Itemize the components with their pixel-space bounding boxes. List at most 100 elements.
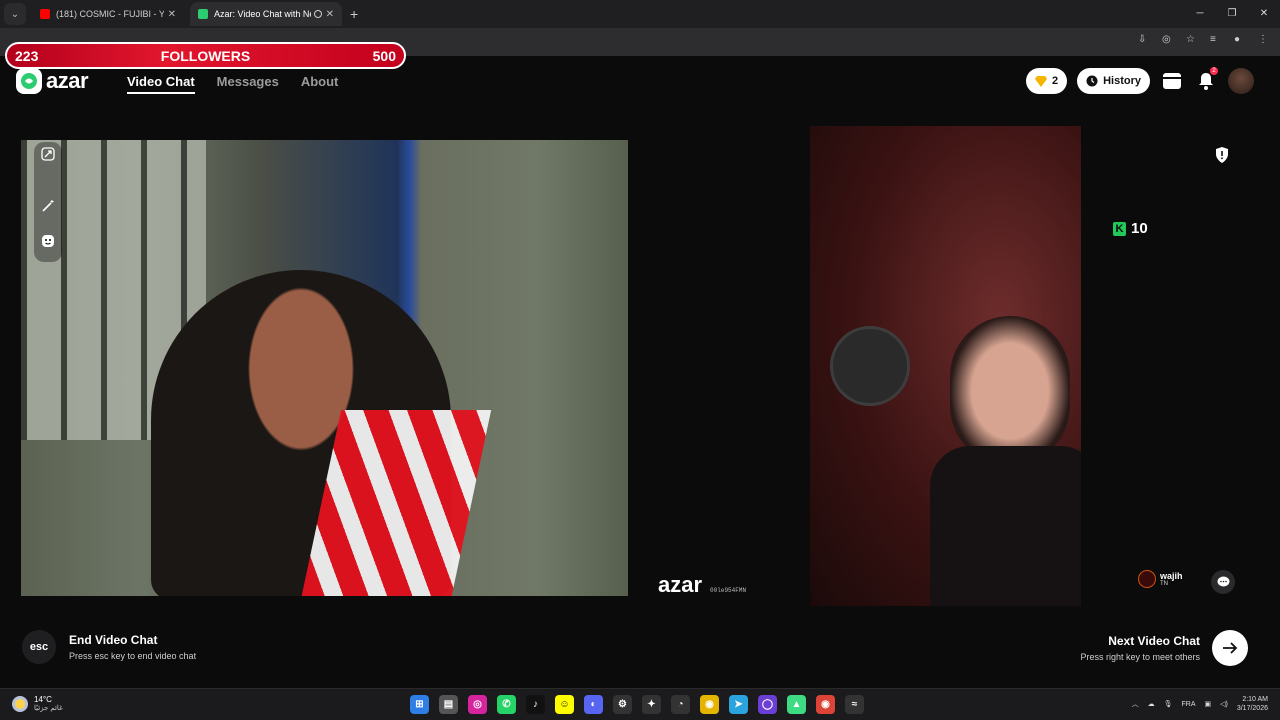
chrome-icon[interactable]: ◉ (700, 695, 719, 714)
windows-taskbar: 14°C غائم جزئيًا ⊞ ▤ ◎ ✆ ♪ ☺ ◐ ⚙ ✦ ◔ ◉ ➤… (0, 688, 1280, 720)
tab-youtube[interactable]: (181) COSMIC - FUJIBI - YouTube ✕ (32, 2, 184, 26)
start-icon[interactable]: ⊞ (410, 695, 429, 714)
language-indicator[interactable]: FRA (1182, 701, 1196, 708)
history-button[interactable]: History (1077, 68, 1150, 94)
recording-icon (313, 10, 322, 18)
gems-button[interactable]: 2 (1025, 68, 1068, 94)
nav-messages[interactable]: Messages (217, 74, 279, 94)
end-chat-title: End Video Chat (69, 633, 158, 647)
clock-icon (1086, 75, 1098, 87)
new-tab-button[interactable]: + (350, 6, 358, 22)
telegram-icon[interactable]: ➤ (729, 695, 748, 714)
discord-icon[interactable]: ◐ (584, 695, 603, 714)
followers-label: FOLLOWERS (160, 47, 251, 64)
address-bar-actions: ⇩ ◎ ☆ ≡ ● ⋮ (1138, 34, 1270, 46)
notification-badge: 2 (1210, 67, 1218, 75)
next-chat-title: Next Video Chat (1108, 634, 1200, 648)
tab-title: (181) COSMIC - FUJIBI - YouTube (56, 9, 164, 19)
azar-watermark: azar 00le954FMN (658, 572, 746, 598)
partner-face (950, 316, 1070, 466)
esc-button[interactable]: esc (22, 630, 56, 664)
followers-current: 223 (15, 47, 39, 64)
terminal-icon[interactable]: ≈ (845, 695, 864, 714)
azar-logo[interactable]: azar (16, 68, 89, 94)
end-video-chat-control: esc End Video Chat Press esc key to end … (22, 630, 196, 664)
eye-off-icon[interactable]: ◎ (1162, 34, 1174, 46)
whatsapp-icon[interactable]: ✆ (497, 695, 516, 714)
window-controls: ─ ❐ ✕ (1184, 0, 1280, 28)
chat-bubble-button[interactable] (1211, 570, 1235, 594)
tiktok-icon[interactable]: ♪ (526, 695, 545, 714)
tray-chevron-icon[interactable]: ︿ (1132, 699, 1139, 709)
nav-video-chat[interactable]: Video Chat (127, 74, 195, 94)
weather-condition: غائم جزئيًا (34, 705, 63, 712)
cloud-icon[interactable]: ☁ (1148, 700, 1155, 708)
partner-avatar (1138, 570, 1156, 588)
instagram-icon[interactable]: ◎ (468, 695, 487, 714)
profile-icon[interactable]: ● (1234, 34, 1246, 46)
speedometer-icon[interactable]: ◔ (671, 695, 690, 714)
clock-date: 3/17/2026 (1236, 705, 1268, 712)
magic-wand-icon[interactable] (40, 198, 56, 214)
watermark-code: 00le954FMN (710, 587, 747, 594)
report-shield-icon[interactable] (1214, 146, 1230, 164)
chat-icon (1217, 576, 1229, 587)
gem-icon (1034, 75, 1047, 87)
network-icon[interactable]: ▣ (1205, 700, 1212, 708)
tab-search-button[interactable]: ⌄ (4, 3, 26, 25)
steam-icon[interactable]: ⚙ (613, 695, 632, 714)
browser-tabbar: ⌄ (181) COSMIC - FUJIBI - YouTube ✕ Azar… (0, 0, 1280, 28)
partner-body (930, 446, 1081, 606)
notifications-button[interactable]: 2 (1194, 67, 1218, 93)
more-menu-icon[interactable]: ⋮ (1258, 34, 1270, 46)
volume-icon[interactable]: ◁) (1220, 700, 1228, 708)
star-icon[interactable]: ☆ (1186, 34, 1198, 46)
clock[interactable]: 2:10 AM 3/17/2026 (1237, 695, 1268, 713)
mic-icon[interactable]: 🎙 (1164, 700, 1173, 708)
close-tab-icon[interactable]: ✕ (326, 9, 334, 20)
main-nav: Video Chat Messages About (127, 74, 338, 94)
youtube-icon (40, 9, 50, 19)
maximize-button[interactable]: ❐ (1216, 0, 1248, 28)
weather-icon (12, 695, 28, 712)
face-filter-icon[interactable] (40, 233, 56, 249)
snapchat-icon[interactable]: ☺ (555, 695, 574, 714)
partner-video (810, 126, 1081, 606)
partner-gem-count: K 10 (1113, 220, 1148, 237)
close-tab-icon[interactable]: ✕ (168, 9, 176, 20)
history-label: History (1103, 75, 1141, 87)
partner-info[interactable]: wajih TN (1138, 570, 1183, 588)
weather-widget[interactable]: 14°C غائم جزئيًا (12, 695, 63, 712)
tab-azar[interactable]: Azar: Video Chat with New ✕ (190, 2, 342, 26)
k-coin-icon: K (1113, 221, 1126, 236)
minimize-button[interactable]: ─ (1184, 0, 1216, 28)
end-chat-hint: Press esc key to end video chat (69, 651, 197, 661)
chatgpt-icon[interactable]: ✦ (642, 695, 661, 714)
azar-icon (198, 9, 208, 19)
tab-title: Azar: Video Chat with New (214, 9, 311, 19)
chrome-active-icon[interactable]: ◉ (816, 695, 835, 714)
azar-app: azar Video Chat Messages About 2 History… (0, 56, 1280, 720)
android-icon[interactable]: ▲ (787, 695, 806, 714)
taskbar-apps: ⊞ ▤ ◎ ✆ ♪ ☺ ◐ ⚙ ✦ ◔ ◉ ➤ ◯ ▲ ◉ ≈ (410, 695, 864, 714)
azar-logo-icon (16, 68, 42, 94)
expand-icon[interactable] (40, 146, 56, 162)
shop-button[interactable] (1160, 69, 1184, 93)
close-window-button[interactable]: ✕ (1248, 0, 1280, 28)
nav-about[interactable]: About (301, 74, 339, 94)
install-app-icon[interactable]: ⇩ (1138, 34, 1150, 46)
extensions-icon[interactable]: ≡ (1210, 34, 1222, 46)
next-video-chat-control: Next Video Chat Press right key to meet … (1080, 630, 1248, 666)
arrow-right-icon (1223, 642, 1238, 654)
self-video (21, 140, 628, 596)
gem-count-value: 10 (1131, 220, 1148, 237)
user-avatar[interactable] (1228, 68, 1254, 94)
next-chat-button[interactable] (1212, 630, 1248, 666)
file-explorer-icon[interactable]: ▤ (439, 695, 458, 714)
microphone (830, 326, 910, 406)
followers-goal: 500 (372, 47, 396, 64)
obs-icon[interactable]: ◯ (758, 695, 777, 714)
clock-time: 2:10 AM (1242, 696, 1268, 703)
gems-count: 2 (1051, 75, 1059, 87)
logo-text: azar (46, 68, 89, 93)
